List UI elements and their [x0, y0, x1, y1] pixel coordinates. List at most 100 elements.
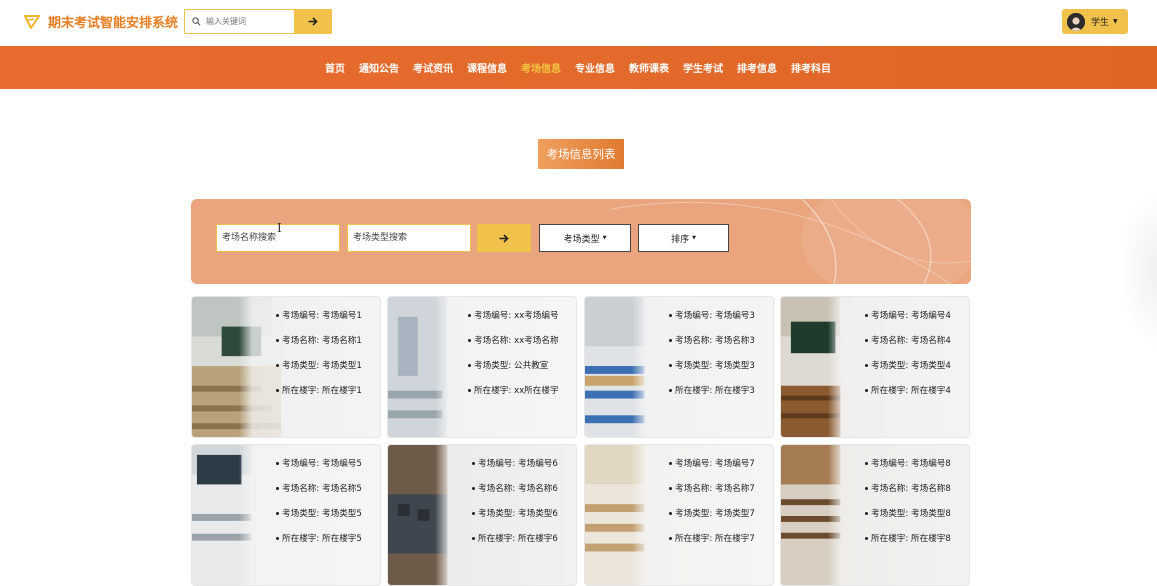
room-card[interactable]: 考场编号: 考场编号3 考场名称: 考场名称3 考场类型: 考场类型3 所在楼宇…	[584, 296, 774, 438]
bullet-icon	[669, 512, 672, 515]
filter-search-button[interactable]	[477, 224, 531, 252]
room-building-text: 所在楼宇: 所在楼宇7	[675, 534, 755, 544]
room-building-text: 所在楼宇: 所在楼宇4	[871, 386, 951, 396]
room-name-text: 考场名称: 考场名称4	[871, 336, 951, 346]
room-name: 考场名称: 考场名称4	[865, 334, 969, 359]
room-number-text: 考场编号: 考场编号5	[282, 459, 362, 469]
room-type-text: 考场类型: 考场类型4	[871, 361, 951, 371]
caret-down-icon: ▼	[1113, 18, 1118, 25]
bullet-icon	[472, 487, 475, 490]
room-building: 所在楼宇: 所在楼宇3	[669, 384, 773, 409]
room-name: 考场名称: xx考场名称	[468, 334, 574, 359]
nav-item-student-exams[interactable]: 学生考试	[676, 60, 730, 75]
paper-plane-icon	[24, 14, 40, 29]
sort-dropdown[interactable]: 排序 ▼	[638, 224, 729, 252]
site-title: 期末考试智能安排系统	[48, 16, 179, 31]
user-menu-button[interactable]: 学生 ▼	[1062, 9, 1128, 34]
nav-item-exam-news[interactable]: 考试资讯	[406, 60, 460, 75]
room-number-text: 考场编号: 考场编号4	[871, 311, 951, 321]
room-info: 考场编号: 考场编号4 考场名称: 考场名称4 考场类型: 考场类型4 所在楼宇…	[865, 309, 969, 409]
room-number: 考场编号: 考场编号7	[669, 457, 773, 482]
room-card[interactable]: 考场编号: 考场编号5 考场名称: 考场名称5 考场类型: 考场类型5 所在楼宇…	[191, 444, 381, 586]
nav-item-majors[interactable]: 专业信息	[568, 60, 622, 75]
room-info: 考场编号: 考场编号5 考场名称: 考场名称5 考场类型: 考场类型5 所在楼宇…	[276, 457, 380, 557]
bullet-icon	[276, 364, 279, 367]
bullet-icon	[865, 364, 868, 367]
room-building-text: 所在楼宇: 所在楼宇5	[282, 534, 362, 544]
side-decoration	[1118, 190, 1157, 350]
room-number-text: 考场编号: 考场编号6	[478, 459, 558, 469]
search-icon	[188, 10, 204, 33]
bullet-icon	[276, 314, 279, 317]
room-number: 考场编号: 考场编号6	[472, 457, 576, 482]
caret-down-icon: ▼	[692, 235, 696, 241]
bullet-icon	[669, 314, 672, 317]
room-name-text: 考场名称: 考场名称8	[871, 484, 951, 494]
nav-item-exam-arrangement[interactable]: 排考信息	[730, 60, 784, 75]
nav-item-courses[interactable]: 课程信息	[460, 60, 514, 75]
nav-item-exam-subjects[interactable]: 排考科目	[784, 60, 838, 75]
room-card[interactable]: 考场编号: 考场编号7 考场名称: 考场名称7 考场类型: 考场类型7 所在楼宇…	[584, 444, 774, 586]
bullet-icon	[276, 462, 279, 465]
room-name-text: 考场名称: 考场名称3	[675, 336, 755, 346]
room-type-text: 考场类型: 考场类型8	[871, 509, 951, 519]
room-type-text: 考场类型: 考场类型5	[282, 509, 362, 519]
nav-item-teacher-schedule[interactable]: 教师课表	[622, 60, 676, 75]
nav-item-exam-rooms[interactable]: 考场信息	[514, 60, 568, 75]
nav-item-home[interactable]: 首页	[318, 60, 352, 75]
search-submit-button[interactable]	[294, 9, 332, 34]
room-type-text: 考场类型: 考场类型7	[675, 509, 755, 519]
room-name: 考场名称: 考场名称5	[276, 482, 380, 507]
room-card[interactable]: 考场编号: 考场编号1 考场名称: 考场名称1 考场类型: 考场类型1 所在楼宇…	[191, 296, 381, 438]
room-card[interactable]: 考场编号: 考场编号6 考场名称: 考场名称6 考场类型: 考场类型6 所在楼宇…	[387, 444, 577, 586]
room-building-text: 所在楼宇: xx所在楼宇	[474, 386, 559, 396]
header-bar: 期末考试智能安排系统 学生 ▼	[0, 0, 1157, 46]
room-building: 所在楼宇: 所在楼宇8	[865, 532, 969, 557]
room-number: 考场编号: 考场编号5	[276, 457, 380, 482]
room-building: 所在楼宇: 所在楼宇7	[669, 532, 773, 557]
room-type-text: 考场类型: 考场类型6	[478, 509, 558, 519]
bullet-icon	[865, 314, 868, 317]
room-number: 考场编号: 考场编号3	[669, 309, 773, 334]
bullet-icon	[472, 537, 475, 540]
bullet-icon	[865, 389, 868, 392]
bullet-icon	[865, 339, 868, 342]
room-type-dropdown[interactable]: 考场类型 ▼	[539, 224, 631, 252]
section-title: 考场信息列表	[538, 139, 624, 169]
bullet-icon	[865, 462, 868, 465]
room-type: 考场类型: 考场类型5	[276, 507, 380, 532]
room-name-text: 考场名称: 考场名称7	[675, 484, 755, 494]
room-name-text: 考场名称: 考场名称5	[282, 484, 362, 494]
room-info: 考场编号: 考场编号3 考场名称: 考场名称3 考场类型: 考场类型3 所在楼宇…	[669, 309, 773, 409]
room-type: 考场类型: 公共教室	[468, 359, 574, 384]
arrow-right-icon	[499, 233, 509, 243]
caret-down-icon: ▼	[602, 235, 607, 241]
room-type-search-input[interactable]	[347, 224, 471, 252]
main-nav: 首页 通知公告 考试资讯 课程信息 考场信息 专业信息 教师课表 学生考试 排考…	[0, 46, 1157, 89]
bullet-icon	[865, 537, 868, 540]
user-label: 学生	[1091, 18, 1110, 28]
search-input[interactable]	[204, 10, 296, 33]
room-card[interactable]: 考场编号: xx考场编号 考场名称: xx考场名称 考场类型: 公共教室 所在楼…	[387, 296, 577, 438]
room-building: 所在楼宇: 所在楼宇5	[276, 532, 380, 557]
room-name: 考场名称: 考场名称3	[669, 334, 773, 359]
bullet-icon	[669, 462, 672, 465]
room-name: 考场名称: 考场名称7	[669, 482, 773, 507]
bullet-icon	[669, 339, 672, 342]
nav-item-notices[interactable]: 通知公告	[352, 60, 406, 75]
bullet-icon	[276, 487, 279, 490]
room-building: 所在楼宇: 所在楼宇4	[865, 384, 969, 409]
room-type: 考场类型: 考场类型1	[276, 359, 380, 384]
bullet-icon	[276, 389, 279, 392]
bullet-icon	[468, 364, 471, 367]
site-logo[interactable]: 期末考试智能安排系统	[24, 12, 178, 31]
room-card[interactable]: 考场编号: 考场编号8 考场名称: 考场名称8 考场类型: 考场类型8 所在楼宇…	[780, 444, 970, 586]
bullet-icon	[468, 389, 471, 392]
room-card[interactable]: 考场编号: 考场编号4 考场名称: 考场名称4 考场类型: 考场类型4 所在楼宇…	[780, 296, 970, 438]
room-building-text: 所在楼宇: 所在楼宇6	[478, 534, 558, 544]
room-info: 考场编号: 考场编号1 考场名称: 考场名称1 考场类型: 考场类型1 所在楼宇…	[276, 309, 380, 409]
room-building: 所在楼宇: 所在楼宇1	[276, 384, 380, 409]
text-cursor-icon: I	[277, 221, 282, 235]
room-type: 考场类型: 考场类型7	[669, 507, 773, 532]
avatar	[1067, 12, 1085, 31]
